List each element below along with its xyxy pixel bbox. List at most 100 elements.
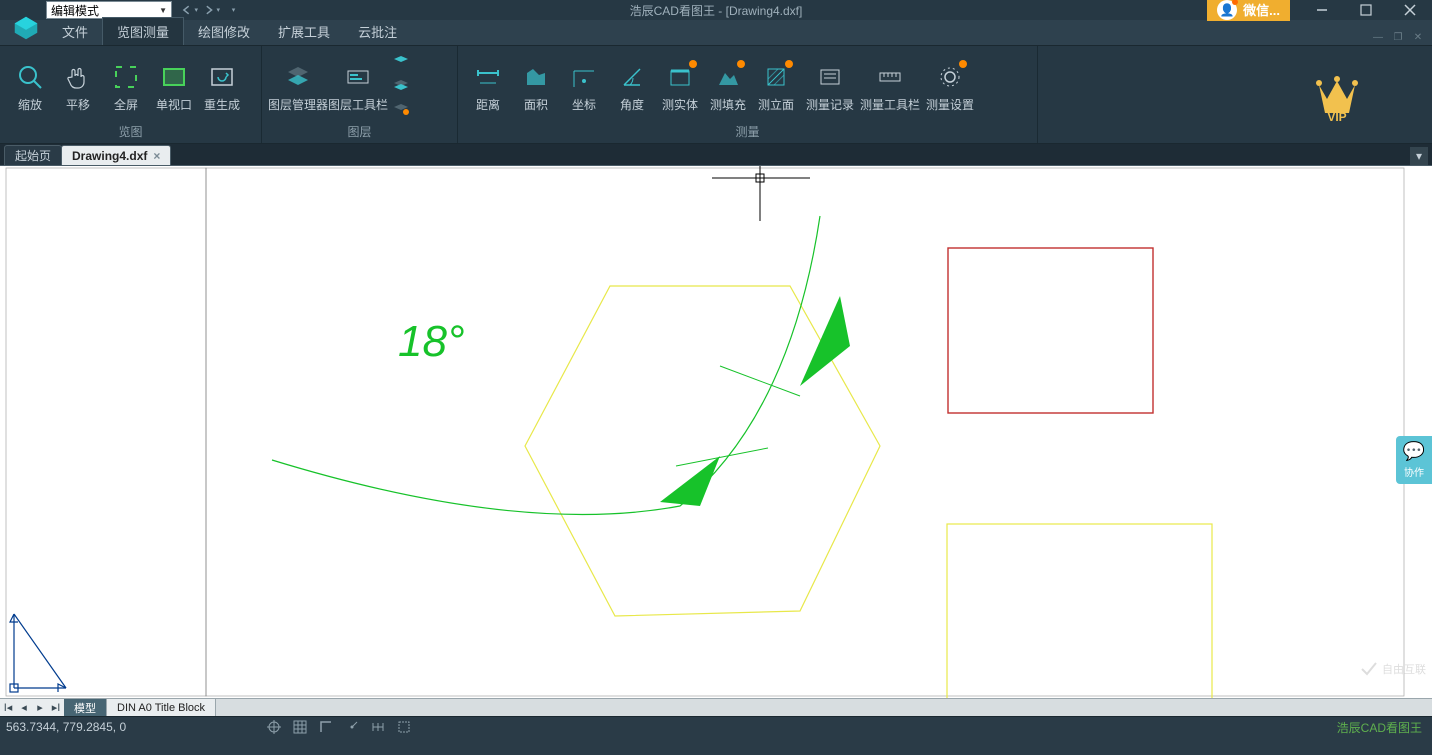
ribbon-group-measure: 距离 面积 坐标 角度 测实体 测填充 测立面 测量记录 测量工具栏 测量设置 … <box>458 46 1038 143</box>
wechat-label: 微信... <box>1243 0 1280 19</box>
viewport-icon <box>159 62 189 92</box>
svg-text:18°: 18° <box>398 317 465 366</box>
child-minimize-button[interactable]: — <box>1368 29 1388 45</box>
tab-drawing4[interactable]: Drawing4.dxf× <box>61 145 171 165</box>
measure-toolbar-button[interactable]: 测量工具栏 <box>860 58 920 113</box>
redo-button[interactable]: ▾ <box>202 1 220 19</box>
child-close-button[interactable]: ✕ <box>1408 29 1428 45</box>
measure-solid-button[interactable]: 测实体 <box>656 58 704 113</box>
close-button[interactable] <box>1388 0 1432 20</box>
sb-grid-icon[interactable] <box>292 719 308 735</box>
ribbon-group-view: 缩放 平移 全屏 单视口 重生成 览图 <box>0 46 262 143</box>
group-label-measure: 测量 <box>458 121 1037 143</box>
chat-icon: 💬 <box>1403 441 1425 462</box>
layer-stack-2[interactable] <box>388 75 414 97</box>
distance-icon <box>473 62 503 92</box>
layer-stack-1[interactable] <box>388 51 414 73</box>
layer-stack-3[interactable] <box>388 99 414 121</box>
drawing-canvas[interactable]: 18° 💬 协作 自由互联 <box>0 166 1432 698</box>
nav-first[interactable]: I◂ <box>0 701 16 714</box>
nav-next[interactable]: ▸ <box>32 701 48 714</box>
group-label-view: 览图 <box>0 121 261 143</box>
regen-button[interactable]: 重生成 <box>198 58 246 113</box>
measure-section-button[interactable]: 测立面 <box>752 58 800 113</box>
status-brand: 浩辰CAD看图王 <box>1337 719 1422 736</box>
layout-nav: I◂ ◂ ▸ ▸I <box>0 699 64 716</box>
user-icon: 👤 <box>1217 0 1237 20</box>
zoom-button[interactable]: 缩放 <box>6 58 54 113</box>
wechat-login-button[interactable]: 👤 微信... <box>1207 0 1290 21</box>
coord-icon <box>569 62 599 92</box>
menu-view-measure[interactable]: 览图测量 <box>102 17 184 45</box>
layer-quick-stack <box>388 51 414 121</box>
menu-edit-draw[interactable]: 绘图修改 <box>184 18 264 45</box>
watermark: 自由互联 <box>1360 660 1426 678</box>
status-coords: 563.7344, 779.2845, 0 <box>6 720 206 734</box>
measure-fill-button[interactable]: 测填充 <box>704 58 752 113</box>
layout-tab-sheet1[interactable]: DIN A0 Title Block <box>107 699 216 716</box>
group-label-layer: 图层 <box>262 121 457 143</box>
distance-button[interactable]: 距离 <box>464 58 512 113</box>
layer-manager-button[interactable]: 图层管理器 <box>268 58 328 113</box>
hand-icon <box>63 62 93 92</box>
mode-select-value: 编辑模式 <box>51 2 99 19</box>
maximize-button[interactable] <box>1344 0 1388 20</box>
layer-toolbar-icon <box>343 62 373 92</box>
tabs-dropdown[interactable]: ▾ <box>1410 147 1428 165</box>
badge-icon <box>785 60 793 68</box>
titlebar: 编辑模式 ▼ ▾ ▾ ▾ 浩辰CAD看图王 - [Drawing4.dxf] 👤… <box>0 0 1432 20</box>
menubar: 文件 览图测量 绘图修改 扩展工具 云批注 — ❐ ✕ <box>0 20 1432 46</box>
sb-offset-icon[interactable] <box>370 719 386 735</box>
nav-prev[interactable]: ◂ <box>16 701 32 714</box>
vip-button[interactable]: VIP <box>1242 46 1432 143</box>
ribbon-group-layer: 图层管理器 图层工具栏 图层 <box>262 46 458 143</box>
child-restore-button[interactable]: ❐ <box>1388 29 1408 45</box>
menu-ext-tools[interactable]: 扩展工具 <box>264 18 344 45</box>
statusbar: 563.7344, 779.2845, 0 浩辰CAD看图王 <box>0 716 1432 737</box>
nav-last[interactable]: ▸I <box>48 701 64 714</box>
ribbon: 缩放 平移 全屏 单视口 重生成 览图 图层管理器 图层工具栏 图层 距离 面积… <box>0 46 1432 144</box>
fullscreen-icon <box>111 62 141 92</box>
collab-button[interactable]: 💬 协作 <box>1396 436 1432 484</box>
badge-icon <box>737 60 745 68</box>
qat-dropdown[interactable]: ▾ <box>224 1 242 19</box>
fill-icon <box>713 62 743 92</box>
record-icon <box>815 62 845 92</box>
app-logo <box>4 6 48 50</box>
area-button[interactable]: 面积 <box>512 58 560 113</box>
measure-record-button[interactable]: 测量记录 <box>800 58 860 113</box>
sb-select-icon[interactable] <box>396 719 412 735</box>
tab-start[interactable]: 起始页 <box>4 145 62 165</box>
coord-button[interactable]: 坐标 <box>560 58 608 113</box>
badge-icon <box>689 60 697 68</box>
sb-polar-icon[interactable] <box>344 719 360 735</box>
zoom-icon <box>15 62 45 92</box>
angle-icon <box>617 62 647 92</box>
measure-toolbar-icon <box>875 62 905 92</box>
layers-icon <box>283 62 313 92</box>
angle-button[interactable]: 角度 <box>608 58 656 113</box>
badge-icon <box>959 60 967 68</box>
fullscreen-button[interactable]: 全屏 <box>102 58 150 113</box>
collab-label: 协作 <box>1404 464 1424 479</box>
section-icon <box>761 62 791 92</box>
layout-tabs: I◂ ◂ ▸ ▸I 模型 DIN A0 Title Block <box>0 698 1432 716</box>
layer-toolbar-button[interactable]: 图层工具栏 <box>328 58 388 113</box>
chevron-down-icon: ▼ <box>159 6 167 15</box>
pan-button[interactable]: 平移 <box>54 58 102 113</box>
area-icon <box>521 62 551 92</box>
sb-target-icon[interactable] <box>266 719 282 735</box>
single-view-button[interactable]: 单视口 <box>150 58 198 113</box>
gear-icon <box>935 62 965 92</box>
sb-ortho-icon[interactable] <box>318 719 334 735</box>
layout-tab-model[interactable]: 模型 <box>64 699 107 716</box>
solid-icon <box>665 62 695 92</box>
minimize-button[interactable] <box>1300 0 1344 20</box>
quick-access-toolbar: ▾ ▾ ▾ <box>180 1 242 19</box>
regen-icon <box>207 62 237 92</box>
document-tabs: 起始页 Drawing4.dxf× ▾ <box>0 144 1432 166</box>
close-tab-icon[interactable]: × <box>153 149 160 163</box>
menu-cloud-annot[interactable]: 云批注 <box>344 18 411 45</box>
measure-settings-button[interactable]: 测量设置 <box>920 58 980 113</box>
menu-file[interactable]: 文件 <box>48 18 102 45</box>
